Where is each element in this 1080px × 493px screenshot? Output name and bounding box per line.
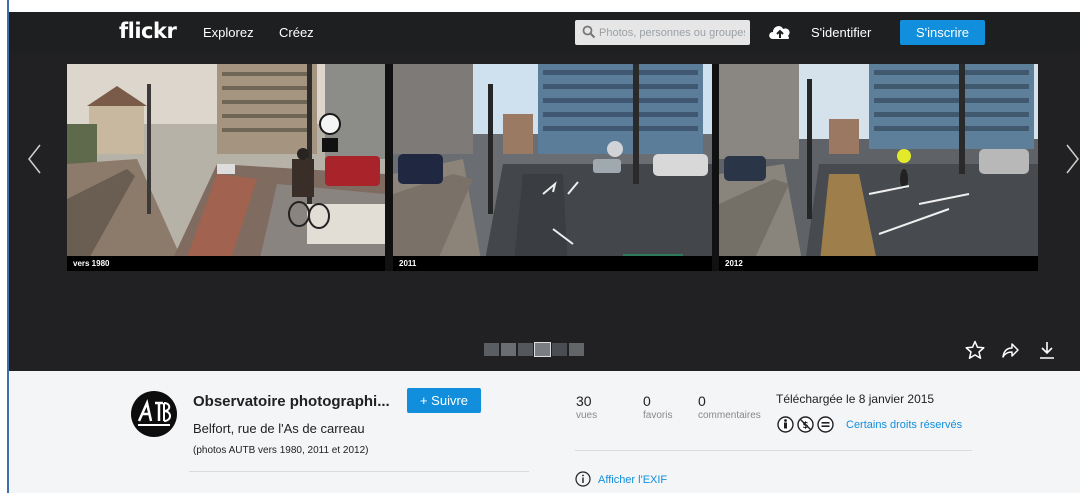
photo-caption-2011: 2011 [393, 256, 712, 271]
search-input[interactable] [599, 23, 745, 42]
cc-noderivatives-icon[interactable] [817, 416, 834, 433]
author-logo-icon [132, 392, 176, 436]
photo-viewer: vers 1980 2011 2012 [9, 52, 1080, 371]
street-scene-2012-image [719, 64, 1038, 271]
window-edge [0, 0, 9, 493]
views-count: 30 [576, 393, 592, 409]
comments-count: 0 [698, 393, 706, 409]
exif-link[interactable]: Afficher l'EXIF [598, 474, 667, 486]
divider [575, 450, 972, 451]
stat-favorites: 0 favoris [643, 393, 672, 421]
street-scene-1980-image [67, 64, 385, 271]
flickr-logo[interactable]: flickr [119, 19, 177, 43]
next-photo-arrow-icon[interactable] [1062, 142, 1080, 176]
top-navigation-bar: flickr Explorez Créez S'identifier S'ins… [9, 12, 1080, 52]
photo-panel-2011: 2011 [393, 64, 712, 271]
photo-panel-2012: 2012 [719, 64, 1038, 271]
follow-button[interactable]: + Suivre [407, 388, 481, 413]
nav-explore[interactable]: Explorez [203, 25, 254, 40]
thumbnail[interactable] [484, 343, 499, 356]
cc-attribution-icon[interactable] [777, 416, 794, 433]
favorites-label: favoris [643, 410, 673, 421]
thumbnail[interactable] [569, 343, 584, 356]
nav-create[interactable]: Créez [279, 25, 314, 40]
favorites-count: 0 [643, 393, 651, 409]
photo-title: Belfort, rue de l'As de carreau [193, 421, 365, 436]
previous-photo-arrow-icon[interactable] [25, 142, 45, 176]
views-label: vues [576, 410, 598, 421]
favorite-star-icon[interactable] [965, 340, 985, 360]
photo-caption-2012: 2012 [719, 256, 1038, 271]
thumbnail-active[interactable] [535, 343, 550, 356]
upload-cloud-icon[interactable] [767, 22, 793, 42]
stat-views: 30 vues [576, 393, 597, 421]
signup-button[interactable]: S'inscrire [900, 20, 985, 45]
photo-panel-1980: vers 1980 [67, 64, 385, 271]
cc-noncommercial-icon[interactable]: $ [797, 416, 814, 433]
comments-label: commentaires [698, 410, 761, 421]
info-icon [575, 471, 591, 487]
search-icon[interactable] [582, 25, 596, 39]
share-arrow-icon[interactable] [1000, 340, 1020, 360]
thumbnail[interactable] [552, 343, 567, 356]
thumbnail[interactable] [518, 343, 533, 356]
upload-date: Téléchargée le 8 janvier 2015 [776, 392, 935, 406]
photo-caption-1980: vers 1980 [67, 256, 385, 271]
photo-info-section: Observatoire photographi... + Suivre Bel… [9, 371, 1080, 493]
author-avatar[interactable] [131, 391, 177, 437]
top-strip [0, 0, 1080, 12]
download-icon[interactable] [1037, 340, 1057, 360]
photo-description: (photos AUTB vers 1980, 2011 et 2012) [193, 445, 369, 456]
thumbnail[interactable] [501, 343, 516, 356]
street-scene-2011-image [393, 64, 712, 271]
main-photo[interactable]: vers 1980 2011 2012 [67, 64, 1038, 271]
search-box [575, 20, 750, 45]
author-name[interactable]: Observatoire photographi... [193, 393, 390, 410]
signin-link[interactable]: S'identifier [811, 25, 871, 40]
license-link[interactable]: Certains droits réservés [846, 419, 962, 431]
stat-comments: 0 commentaires [698, 393, 761, 421]
divider [189, 471, 529, 472]
